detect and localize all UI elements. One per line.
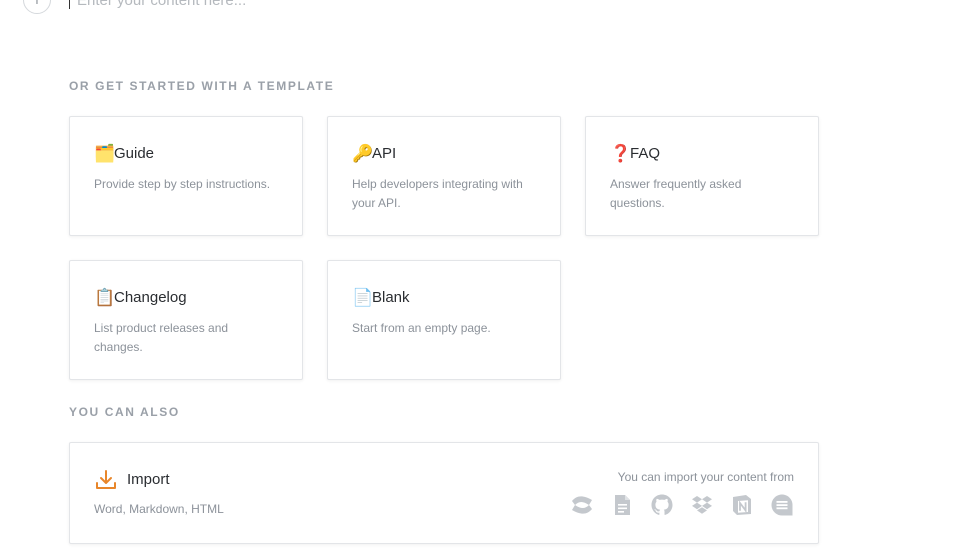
plus-icon: + — [31, 0, 43, 11]
import-title: Import — [127, 471, 170, 488]
template-card-blank[interactable]: 📄 Blank Start from an empty page. — [327, 260, 561, 380]
template-card-title: FAQ — [630, 144, 661, 162]
template-card-api[interactable]: 🔑 API Help developers integrating with y… — [327, 116, 561, 236]
key-icon: 🔑 — [352, 143, 374, 163]
folder-icon: 🗂️ — [94, 143, 116, 163]
notion-icon — [733, 495, 751, 515]
download-icon — [96, 470, 116, 489]
clipboard-icon: 📋 — [94, 287, 116, 307]
content-editor-input[interactable] — [77, 0, 477, 10]
add-block-button[interactable]: + — [23, 0, 51, 14]
text-caret — [69, 0, 70, 9]
also-section-title: YOU CAN ALSO — [69, 405, 180, 419]
page-icon: 📄 — [352, 287, 374, 307]
template-card-title: Changelog — [114, 288, 187, 306]
question-mark-icon: ❓ — [610, 143, 632, 163]
template-card-title: Blank — [372, 288, 410, 306]
template-card-title: API — [372, 144, 397, 162]
templates-section-title: OR GET STARTED WITH A TEMPLATE — [69, 79, 335, 93]
template-card-description: Start from an empty page. — [352, 321, 491, 335]
document-icon — [615, 495, 630, 515]
import-sources — [570, 493, 794, 517]
quip-icon — [771, 494, 793, 516]
import-card[interactable]: Import Word, Markdown, HTML You can impo… — [69, 442, 819, 544]
template-card-changelog[interactable]: 📋 Changelog List product releases and ch… — [69, 260, 303, 380]
import-hint: You can import your content from — [617, 470, 794, 484]
template-card-faq[interactable]: ❓ FAQ Answer frequently asked questions. — [585, 116, 819, 236]
confluence-icon — [572, 496, 592, 514]
template-card-description: Answer frequently asked questions. — [610, 177, 742, 210]
template-card-description: Provide step by step instructions. — [94, 177, 271, 191]
github-icon — [651, 494, 673, 515]
template-card-guide[interactable]: 🗂️ Guide Provide step by step instructio… — [69, 116, 303, 236]
dropbox-icon — [692, 496, 712, 514]
template-card-description: Help developers integrating with your AP… — [352, 177, 523, 210]
template-card-title: Guide — [114, 144, 155, 162]
import-description: Word, Markdown, HTML — [94, 502, 224, 516]
template-card-description: List product releases and changes. — [94, 321, 229, 354]
